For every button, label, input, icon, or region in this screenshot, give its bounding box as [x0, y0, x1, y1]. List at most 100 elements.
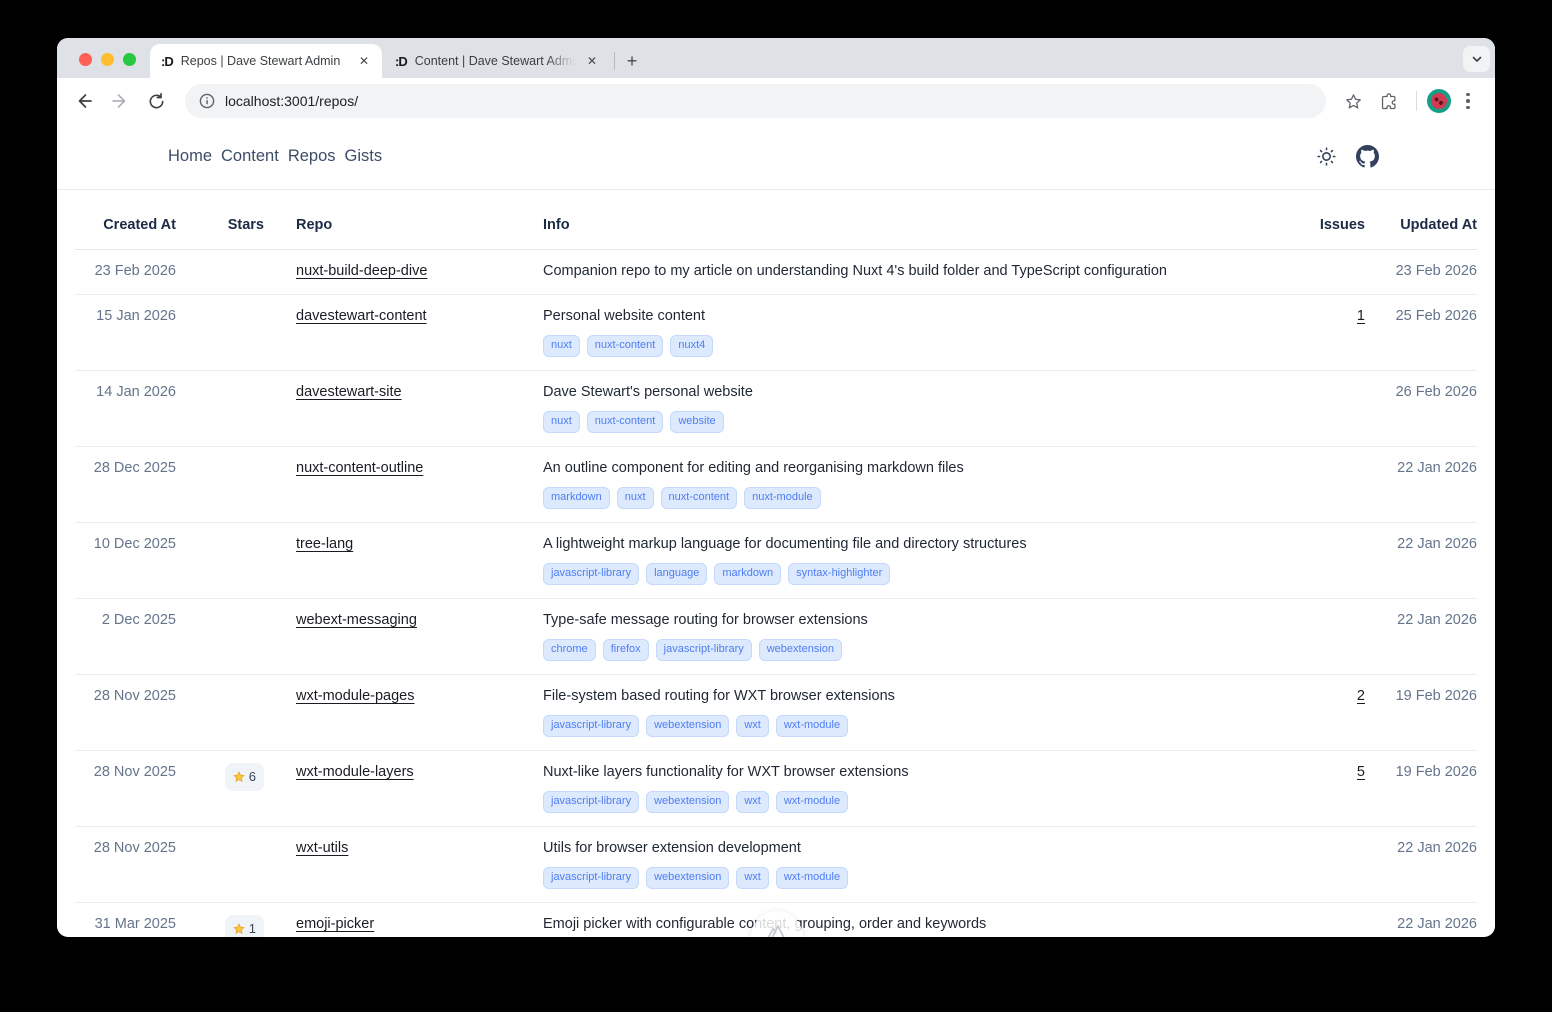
repo-link[interactable]: wxt-module-layers	[296, 764, 414, 780]
issues-link[interactable]: 1	[1357, 308, 1365, 324]
repo-link[interactable]: tree-lang	[296, 536, 353, 552]
tab-divider	[614, 52, 615, 70]
minimize-window-button[interactable]	[101, 53, 114, 66]
tab-search-chevron-icon[interactable]	[1463, 46, 1490, 72]
tab-title: Content | Dave Stewart Admin	[415, 54, 575, 68]
repo-link[interactable]: davestewart-site	[296, 384, 402, 400]
tag-badge: wxt-module	[776, 715, 848, 737]
reload-icon[interactable]	[139, 84, 173, 118]
table-row: 14 Jan 2026 davestewart-site Dave Stewar…	[75, 371, 1477, 447]
stars-cell	[176, 610, 264, 611]
bookmark-star-icon[interactable]	[1336, 84, 1370, 118]
close-tab-icon[interactable]: ✕	[583, 52, 601, 70]
created-at-cell: 14 Jan 2026	[75, 382, 176, 402]
table-row: 10 Dec 2025 tree-lang A lightweight mark…	[75, 523, 1477, 599]
repo-link[interactable]: nuxt-build-deep-dive	[296, 263, 427, 279]
tag-badge: javascript-library	[543, 791, 639, 813]
browser-window: :D Repos | Dave Stewart Admin ✕ :D Conte…	[57, 38, 1495, 937]
updated-at-cell: 22 Jan 2026	[1365, 534, 1477, 554]
tag-badge: language	[646, 563, 707, 585]
site-nav: Home Content Repos Gists	[168, 147, 382, 166]
created-at-cell: 2 Dec 2025	[75, 610, 176, 630]
zoom-window-button[interactable]	[123, 53, 136, 66]
nav-repos[interactable]: Repos	[288, 147, 336, 166]
traffic-lights	[79, 53, 136, 66]
table-row: 15 Jan 2026 davestewart-content Personal…	[75, 295, 1477, 371]
header-issues: Issues	[1245, 215, 1365, 235]
tag-list: javascript-librarywebextensionwxtwxt-mod…	[543, 715, 1245, 737]
new-tab-button[interactable]: +	[619, 48, 645, 74]
issues-link[interactable]: 5	[1357, 764, 1365, 780]
table-row: 23 Feb 2026 nuxt-build-deep-dive Compani…	[75, 250, 1477, 295]
created-at-cell: 31 Mar 2025	[75, 914, 176, 934]
tag-list: nuxtnuxt-contentnuxt4	[543, 335, 1245, 357]
site-favicon: :D	[395, 54, 407, 69]
repo-link[interactable]: davestewart-content	[296, 308, 427, 324]
tag-badge: markdown	[714, 563, 781, 585]
tag-badge: wxt	[736, 791, 769, 813]
close-tab-icon[interactable]: ✕	[355, 52, 373, 70]
tag-list: javascript-librarywebextensionwxtwxt-mod…	[543, 791, 1245, 813]
toolbar-divider	[1416, 91, 1417, 111]
url-text[interactable]: localhost:3001/repos/	[225, 93, 358, 109]
repo-link[interactable]: emoji-picker	[296, 916, 374, 932]
updated-at-cell: 22 Jan 2026	[1365, 914, 1477, 934]
close-window-button[interactable]	[79, 53, 92, 66]
site-favicon: :D	[161, 54, 173, 69]
repo-description: An outline component for editing and reo…	[543, 458, 1245, 478]
table-row: 28 Dec 2025 nuxt-content-outline An outl…	[75, 447, 1477, 523]
tag-badge: nuxt-content	[587, 411, 664, 433]
tag-badge: webextension	[759, 639, 842, 661]
tag-list: chromefirefoxjavascript-librarywebextens…	[543, 639, 1245, 661]
created-at-cell: 15 Jan 2026	[75, 306, 176, 326]
created-at-cell: 23 Feb 2026	[75, 261, 176, 281]
nav-content[interactable]: Content	[221, 147, 279, 166]
created-at-cell: 28 Nov 2025	[75, 686, 176, 706]
stars-cell: 6	[176, 762, 264, 791]
tag-badge: webextension	[646, 715, 729, 737]
site-info-icon[interactable]	[199, 93, 215, 109]
site-header: Home Content Repos Gists	[57, 124, 1495, 190]
tag-badge: javascript-library	[543, 867, 639, 889]
updated-at-cell: 23 Feb 2026	[1365, 261, 1477, 281]
repo-link[interactable]: webext-messaging	[296, 612, 417, 628]
profile-avatar[interactable]	[1427, 89, 1451, 113]
repo-link[interactable]: wxt-utils	[296, 840, 348, 856]
nav-home[interactable]: Home	[168, 147, 212, 166]
tab-content[interactable]: :D Content | Dave Stewart Admin ✕	[384, 44, 610, 78]
back-icon[interactable]	[67, 84, 101, 118]
repo-description: Dave Stewart's personal website	[543, 382, 1245, 402]
extensions-puzzle-icon[interactable]	[1372, 84, 1406, 118]
github-icon[interactable]	[1356, 145, 1379, 168]
tag-badge: javascript-library	[543, 563, 639, 585]
tab-repos[interactable]: :D Repos | Dave Stewart Admin ✕	[150, 44, 382, 78]
repo-description: Emoji picker with configurable content, …	[543, 914, 1245, 934]
sun-icon[interactable]	[1316, 146, 1337, 167]
nav-gists[interactable]: Gists	[345, 147, 383, 166]
repo-description: Type-safe message routing for browser ex…	[543, 610, 1245, 630]
tag-badge: nuxt-module	[744, 487, 821, 509]
issues-link[interactable]: 2	[1357, 688, 1365, 704]
browser-menu-icon[interactable]	[1453, 93, 1483, 110]
header-info: Info	[543, 215, 1245, 235]
repo-link[interactable]: nuxt-content-outline	[296, 460, 423, 476]
header-created-at: Created At	[75, 215, 176, 235]
stars-badge: 6	[225, 763, 264, 791]
created-at-cell: 28 Nov 2025	[75, 762, 176, 782]
updated-at-cell: 26 Feb 2026	[1365, 382, 1477, 402]
forward-icon[interactable]	[103, 84, 137, 118]
tag-badge: wxt	[736, 867, 769, 889]
tag-badge: markdown	[543, 487, 610, 509]
updated-at-cell: 22 Jan 2026	[1365, 838, 1477, 858]
tag-badge: chrome	[543, 639, 596, 661]
repo-link[interactable]: wxt-module-pages	[296, 688, 414, 704]
repo-description: Companion repo to my article on understa…	[543, 261, 1245, 281]
tag-badge: nuxt	[543, 335, 580, 357]
header-updated-at: Updated At	[1365, 215, 1477, 235]
updated-at-cell: 22 Jan 2026	[1365, 458, 1477, 478]
tag-list: markdownnuxtnuxt-contentnuxt-module	[543, 487, 1245, 509]
stars-cell	[176, 382, 264, 383]
tag-badge: firefox	[603, 639, 649, 661]
tag-badge: nuxt4	[670, 335, 713, 357]
url-bar[interactable]: localhost:3001/repos/	[185, 84, 1326, 118]
